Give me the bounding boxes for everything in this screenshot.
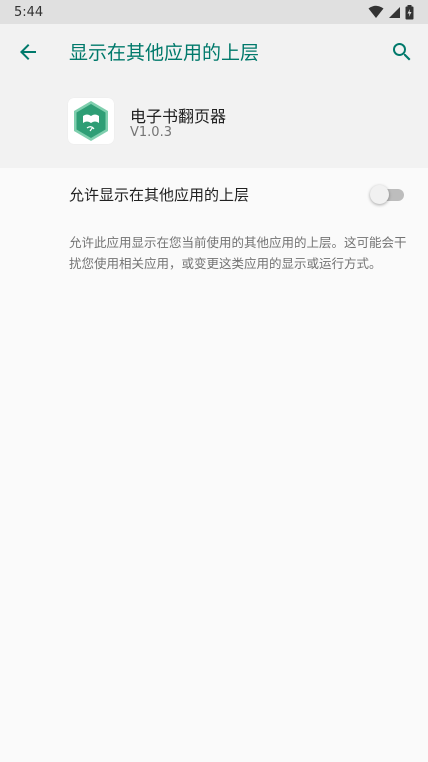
overlay-permission-toggle[interactable] bbox=[370, 185, 404, 204]
app-name: 电子书翻页器 bbox=[130, 107, 227, 126]
toggle-thumb bbox=[370, 185, 389, 204]
status-time: 5:44 bbox=[14, 4, 44, 20]
toolbar: 显示在其他应用的上层 bbox=[0, 24, 428, 80]
battery-icon bbox=[405, 4, 414, 19]
signal-icon bbox=[389, 6, 400, 18]
book-hexagon-icon bbox=[74, 101, 108, 141]
search-icon[interactable] bbox=[390, 40, 414, 64]
overlay-permission-row[interactable]: 允许显示在其他应用的上层 bbox=[0, 168, 428, 220]
overlay-permission-label: 允许显示在其他应用的上层 bbox=[69, 186, 250, 204]
wifi-icon bbox=[368, 5, 384, 18]
page-title: 显示在其他应用的上层 bbox=[69, 42, 260, 64]
status-bar: 5:44 bbox=[0, 0, 428, 24]
permission-description: 允许此应用显示在您当前使用的其他应用的上层。这可能会干扰您使用相关应用，或变更这… bbox=[69, 235, 407, 271]
app-version: V1.0.3 bbox=[130, 125, 172, 140]
app-icon bbox=[68, 98, 114, 144]
status-icons bbox=[368, 4, 414, 20]
app-header: 电子书翻页器 V1.0.3 bbox=[0, 80, 428, 168]
arrow-back-icon[interactable] bbox=[16, 40, 40, 64]
